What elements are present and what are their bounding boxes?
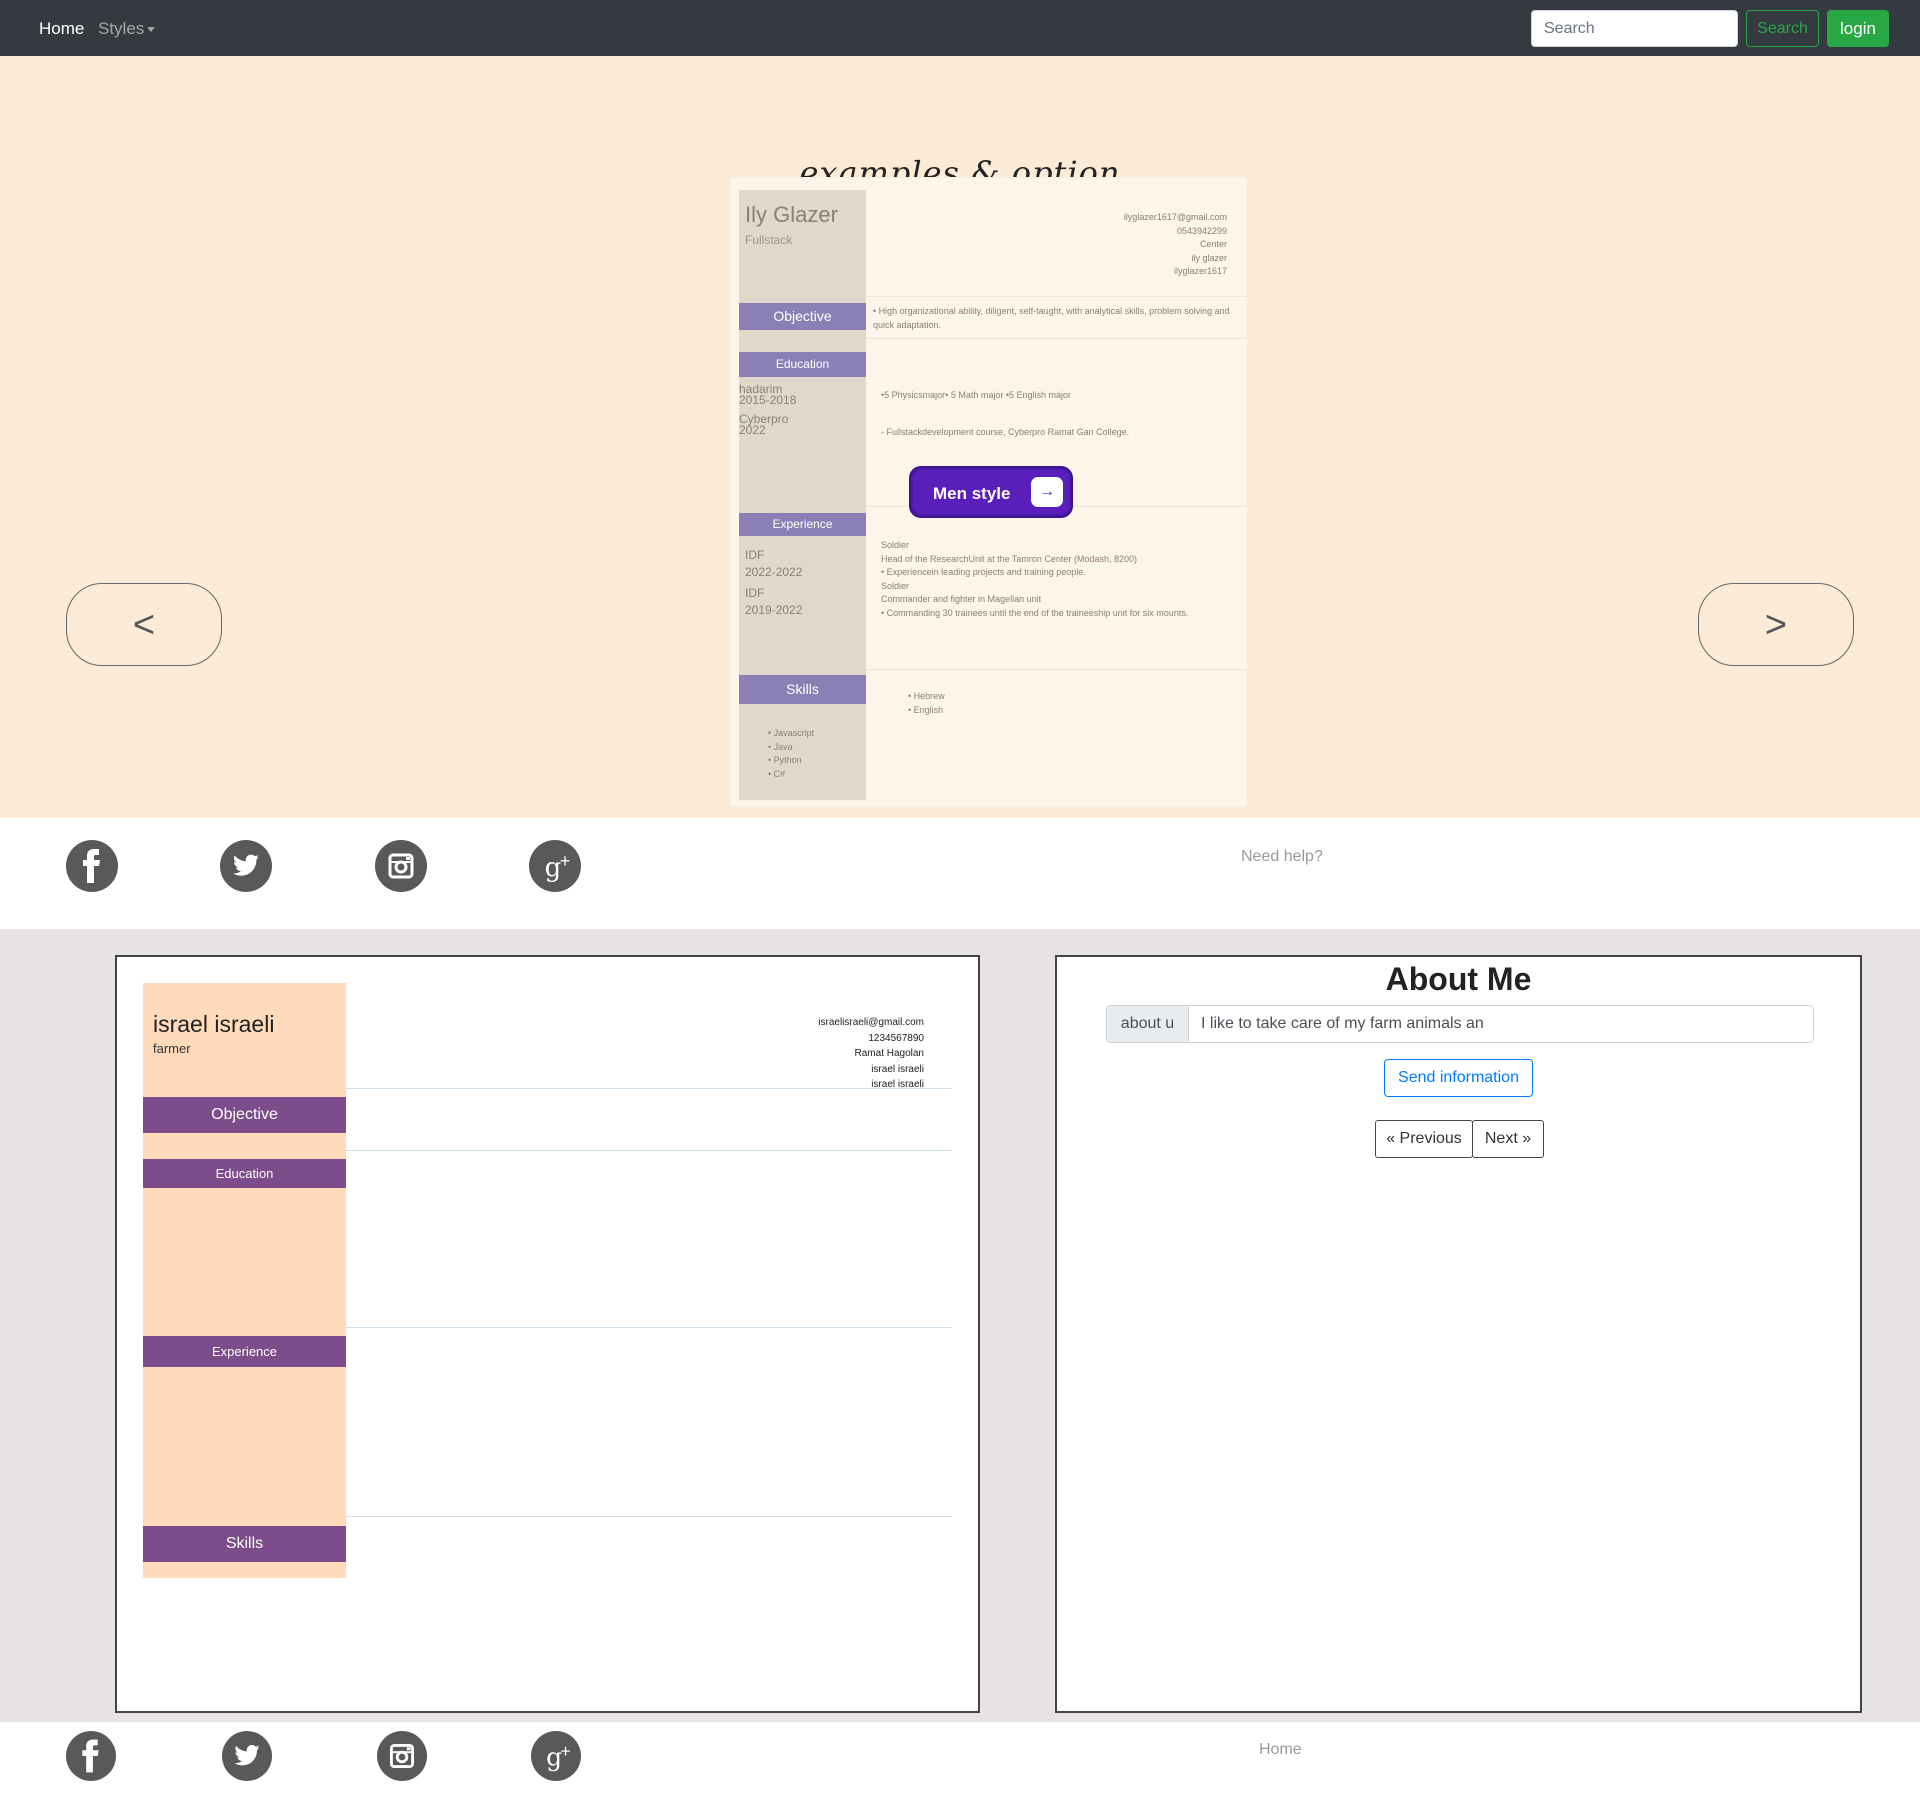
preview-divider bbox=[866, 338, 1247, 339]
preview-experience-header: Experience bbox=[739, 513, 866, 536]
preview-education-years-2: 2022 bbox=[739, 423, 766, 437]
google-plus-icon[interactable]: g + bbox=[531, 1731, 581, 1781]
resume-sidebar bbox=[143, 983, 346, 1578]
facebook-icon[interactable] bbox=[66, 840, 118, 892]
twitter-icon[interactable] bbox=[222, 1731, 272, 1781]
previous-button[interactable]: « Previous bbox=[1375, 1120, 1473, 1158]
resume-preview-card[interactable]: Ily Glazer Fullstack ilyglazer1617@gmail… bbox=[730, 177, 1248, 807]
google-plus-icon[interactable]: g + bbox=[529, 840, 581, 892]
about-me-panel: About Me about u Send information « Prev… bbox=[1055, 955, 1862, 1713]
preview-languages-list: • Hebrew • English bbox=[908, 691, 945, 715]
resume-divider bbox=[346, 1088, 952, 1089]
instagram-icon[interactable] bbox=[377, 1731, 427, 1781]
search-button[interactable]: Search bbox=[1746, 10, 1819, 47]
send-information-button[interactable]: Send information bbox=[1384, 1059, 1533, 1097]
preview-education-years-1: 2015-2018 bbox=[739, 393, 797, 407]
preview-objective-header: Objective bbox=[739, 303, 866, 330]
footer-top: g + Need help? bbox=[0, 818, 1920, 929]
resume-skills-header: Skills bbox=[143, 1526, 346, 1562]
nav-styles-label: Styles bbox=[98, 19, 145, 38]
carousel-prev-button[interactable]: < bbox=[66, 583, 222, 666]
svg-text:+: + bbox=[560, 851, 571, 871]
top-navbar: Home Styles Search login bbox=[0, 0, 1920, 56]
nav-styles-dropdown[interactable]: Styles bbox=[98, 19, 156, 39]
resume-divider bbox=[346, 1516, 952, 1517]
resume-education-header: Education bbox=[143, 1159, 346, 1188]
preview-education-header: Education bbox=[739, 352, 866, 377]
resume-divider bbox=[346, 1150, 952, 1151]
preview-education-text-1: •5 Physicsmajor• 5 Math major •5 English… bbox=[881, 390, 1072, 400]
preview-objective-text: • High organizational ability, diligent,… bbox=[873, 306, 1230, 330]
caret-down-icon bbox=[147, 27, 156, 33]
resume-editor-panel: israel israeli farmer israelisraeli@gmai… bbox=[115, 955, 980, 1713]
need-help-link[interactable]: Need help? bbox=[1241, 848, 1323, 866]
about-title: About Me bbox=[1385, 961, 1532, 997]
preview-sidebar bbox=[739, 190, 866, 800]
preview-experience-years-1: 2022-2022 bbox=[745, 565, 803, 579]
preview-skills-list: • Javascript • Java • Python • C# bbox=[768, 728, 815, 779]
preview-experience-text: Soldier Head of the ResearchUnit at the … bbox=[881, 540, 1189, 618]
preview-divider bbox=[866, 296, 1247, 297]
preview-skills-header: Skills bbox=[739, 675, 866, 704]
resume-experience-header: Experience bbox=[143, 1336, 346, 1367]
arrow-right-icon: → bbox=[1031, 477, 1063, 507]
instagram-icon[interactable] bbox=[375, 840, 427, 892]
resume-objective-header: Objective bbox=[143, 1097, 346, 1133]
editor-section: israel israeli farmer israelisraeli@gmai… bbox=[0, 929, 1920, 1722]
twitter-icon[interactable] bbox=[220, 840, 272, 892]
preview-role: Fullstack bbox=[745, 233, 793, 247]
resume-contact: israelisraeli@gmail.com 1234567890 Ramat… bbox=[818, 1017, 924, 1090]
preview-education-text-2: - Fullstackdevelopment course, Cyberpro … bbox=[881, 427, 1130, 437]
login-button[interactable]: login bbox=[1827, 10, 1889, 47]
next-button[interactable]: Next » bbox=[1472, 1120, 1544, 1158]
resume-divider bbox=[346, 1327, 952, 1328]
carousel-next-button[interactable]: > bbox=[1698, 583, 1854, 666]
about-input-addon: about u bbox=[1106, 1005, 1188, 1043]
preview-experience-years-2: 2019-2022 bbox=[745, 603, 803, 617]
preview-name: Ily Glazer bbox=[745, 202, 838, 227]
preview-divider bbox=[866, 669, 1247, 670]
preview-contact: ilyglazer1617@gmail.com 0543942299 Cente… bbox=[1123, 212, 1227, 276]
search-input[interactable] bbox=[1531, 10, 1738, 47]
footer-home-link[interactable]: Home bbox=[1259, 1741, 1302, 1759]
facebook-icon[interactable] bbox=[66, 1731, 116, 1781]
preview-experience-org-2: IDF bbox=[745, 586, 765, 600]
men-style-button[interactable]: Men style → bbox=[911, 468, 1071, 516]
footer-bottom: g + Home bbox=[0, 1722, 1920, 1801]
preview-experience-org-1: IDF bbox=[745, 548, 765, 562]
about-input[interactable] bbox=[1188, 1005, 1814, 1043]
svg-text:+: + bbox=[561, 1741, 571, 1761]
resume-role: farmer bbox=[153, 1041, 191, 1056]
resume-name: israel israeli bbox=[153, 1011, 275, 1037]
nav-home-link[interactable]: Home bbox=[39, 19, 84, 39]
men-style-label: Men style bbox=[933, 484, 1011, 503]
